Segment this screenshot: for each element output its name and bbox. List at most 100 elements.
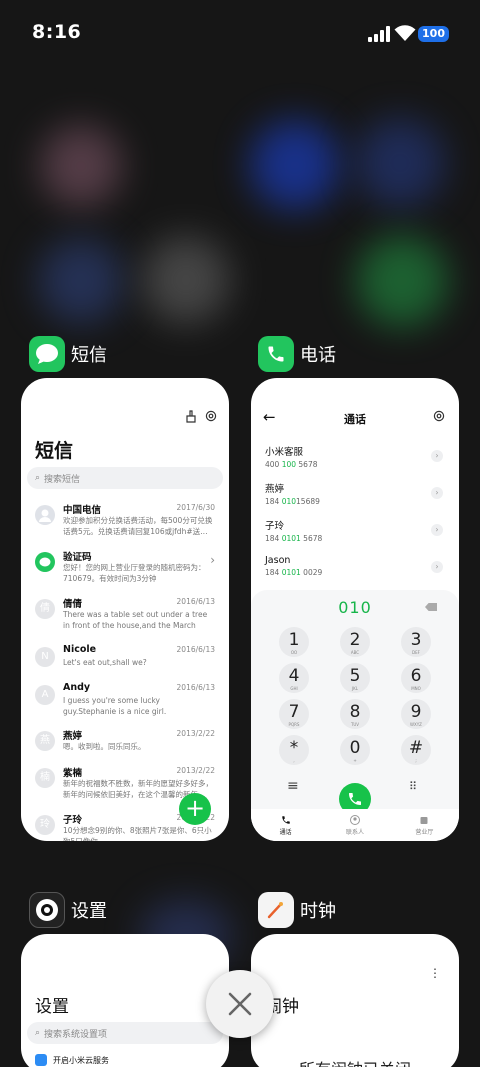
dial-key-9[interactable]: 9 WXYZ [401,699,431,729]
tab-bar: 通话 联系人 营业厅 [251,809,459,841]
sender-name: 验证码 [63,552,92,563]
chevron-right-icon[interactable]: › [431,561,443,573]
avatar: 楠 [35,768,55,788]
chevron-right-icon[interactable]: › [431,487,443,499]
gear-icon[interactable] [433,410,445,422]
settings-app-card[interactable]: 设置 ⌕ 搜索系统设置项 开启小米云服务 [21,934,229,1067]
list-item[interactable]: A Andy 2016/6/13 I guess you're some luc… [35,682,219,716]
search-placeholder: 搜索系统设置项 [44,1029,108,1040]
page-title: 通话 [344,413,366,426]
dial-key-3[interactable]: 3 DEF [401,627,431,657]
app-header-phone[interactable]: 电话 [258,336,336,372]
message-preview: There was a table set out under a tree i… [63,610,208,630]
list-item[interactable]: N Nicole 2016/6/13 Let's eat out,shall w… [35,644,219,678]
message-date: 2013/2/22 [176,766,215,775]
app-header-clock[interactable]: 时钟 [258,892,336,928]
list-item[interactable]: 验证码 › 您好！您的网上营业厅登录的随机密码为：710679。有效时间为3分钟 [35,549,219,583]
contact-row[interactable]: 燕婷 184 01015689 › [265,481,445,511]
tab-contacts[interactable]: 联系人 [320,809,389,841]
message-date: 2016/6/13 [176,683,215,692]
contact-row[interactable]: 子玲 184 0101 5678 › [265,518,445,548]
message-preview: 嗯。收到啦。同乐同乐。 [63,742,146,751]
dial-key-8[interactable]: 8 TUV [340,699,370,729]
dial-key-4[interactable]: 4 GHI [279,663,309,693]
chevron-right-icon[interactable]: › [431,450,443,462]
wallpaper-blob [142,236,230,324]
contact-row[interactable]: Jason 184 0101 0029 › [265,555,445,585]
sender-name: 子玲 [63,815,83,826]
app-header-settings[interactable]: 设置 [29,892,107,928]
list-item[interactable]: 燕 燕婷 2013/2/22 嗯。收到啦。同乐同乐。 [35,728,219,762]
search-input[interactable]: ⌕ 搜索短信 [27,467,223,489]
dial-key-2[interactable]: 2 ABC [340,627,370,657]
cloud-icon [35,1054,47,1066]
clean-icon[interactable] [185,410,197,423]
dial-key-hash[interactable]: #; [401,735,431,765]
app-name: 电话 [300,345,336,366]
app-name: 时钟 [300,901,336,922]
search-icon: ⌕ [35,473,41,483]
messages-app-card[interactable]: 短信 ⌕ 搜索短信 中国电信 2017/6/30 欢迎参加积分兑换话费活动，每5… [21,378,229,841]
tab-store[interactable]: 营业厅 [390,809,459,841]
message-date: 2017/6/30 [176,503,215,512]
sender-name: 倩倩 [63,599,83,610]
avatar: 燕 [35,731,55,751]
dial-key-7[interactable]: 7 PQRS [279,699,309,729]
app-name: 设置 [71,901,107,922]
phone-app-card[interactable]: ← 通话 小米客服 400 100 5678 › 燕婷 184 01015689… [251,378,459,841]
contact-number: 184 0101 5678 [265,534,323,543]
message-preview: Let's eat out,shall we? [63,658,147,667]
contact-name: 燕婷 [265,484,285,495]
phone-icon [349,793,361,805]
contact-name: Jason [265,555,291,566]
dial-key-0[interactable]: 0 + [340,735,370,765]
settings-item[interactable]: 开启小米云服务 [35,1054,109,1066]
clock-app-card[interactable]: ⋮ 闹钟 所有闹钟已关闭 [251,934,459,1067]
list-item[interactable]: 中国电信 2017/6/30 欢迎参加积分兑换话费活动，每500分可兑换话费5元… [35,502,219,536]
plus-icon: + [184,794,206,822]
dial-key-6[interactable]: 6 MNO [401,663,431,693]
wallpaper-blob [250,120,340,210]
message-preview: 您好！您的网上营业厅登录的随机密码为：710679。有效时间为3分钟 [63,563,206,583]
app-header-messages[interactable]: 短信 [29,336,107,372]
app-name: 短信 [71,345,107,366]
search-icon: ⌕ [35,1028,41,1038]
contact-number: 184 0101 0029 [265,568,323,577]
dial-key-5[interactable]: 5 JKL [340,663,370,693]
tab-calls[interactable]: 通话 [251,809,320,841]
chevron-right-icon[interactable]: › [431,524,443,536]
phone-icon [258,336,294,372]
avatar: 玲 [35,815,55,835]
contact-row[interactable]: 小米客服 400 100 5678 › [265,444,445,474]
avatar: A [35,685,55,705]
wallpaper-blob [38,238,124,324]
clear-all-button[interactable] [206,970,274,1038]
sender-name: Nicole [63,644,97,655]
search-placeholder: 搜索短信 [44,474,81,485]
page-title: 短信 [35,440,74,462]
sender-name: 燕婷 [63,731,83,742]
message-date: 2016/6/13 [176,597,215,606]
wallpaper-blob [40,125,122,207]
menu-icon[interactable]: ≡ [287,778,299,794]
wallpaper-blob [356,235,448,327]
message-preview: 10分想念9别的你、8张照片7张是你、6只小狗5只像你… [63,826,212,841]
contact-number: 184 01015689 [265,497,320,506]
dial-key-1[interactable]: 1 OO [279,627,309,657]
list-item[interactable]: 倩 倩倩 2016/6/13 There was a table set out… [35,596,219,630]
search-input[interactable]: ⌕ 搜索系统设置项 [27,1022,223,1044]
battery-indicator: 100 [418,26,449,42]
more-icon[interactable]: ⋮ [429,966,441,980]
keypad-icon[interactable]: ⠿ [409,780,417,793]
sender-name: 中国电信 [63,505,102,516]
dial-key-star[interactable]: *, [279,735,309,765]
message-verified-icon [35,552,55,572]
settings-icon [29,892,65,928]
gear-icon[interactable] [205,410,217,422]
contacts-icon [349,815,360,825]
wallpaper-blob [355,118,445,208]
new-message-button[interactable]: + [179,793,211,825]
signal-icon [368,26,390,42]
phone-icon [281,816,290,824]
contact-name: 子玲 [265,521,285,532]
